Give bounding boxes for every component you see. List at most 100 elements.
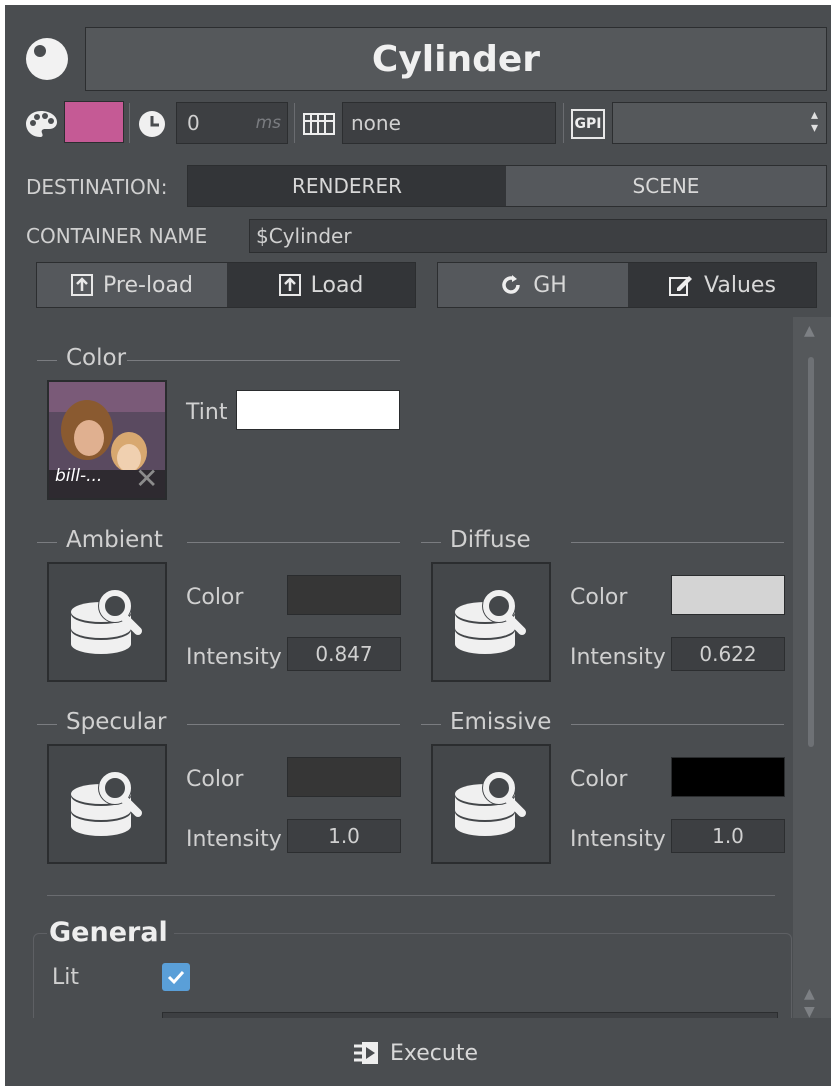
diffuse-color-swatch[interactable] (671, 575, 785, 615)
texture-thumbnail[interactable]: bill-... ✕ (47, 380, 167, 500)
upload-icon (71, 274, 94, 296)
palette-icon (24, 109, 58, 139)
execute-label: Execute (390, 1040, 478, 1066)
specular-color-label: Color (186, 767, 244, 792)
emissive-color-label: Color (570, 767, 628, 792)
remove-texture-icon[interactable]: ✕ (135, 462, 158, 495)
scroll-up-icon[interactable]: ▲ (804, 323, 815, 339)
load-label: Load (310, 272, 364, 298)
values-label: Values (704, 272, 776, 298)
ambient-intensity-input[interactable]: 0.847 (287, 637, 401, 671)
database-search-icon (455, 589, 526, 654)
ambient-color-label: Color (186, 585, 244, 610)
emissive-title: Emissive (450, 709, 552, 735)
gh-label: GH (533, 272, 567, 298)
scene-label: SCENE (632, 174, 700, 198)
database-search-icon (71, 589, 142, 654)
load-group: Pre-load Load (36, 262, 416, 308)
emissive-material-browse[interactable] (431, 744, 551, 864)
section-rule (37, 542, 57, 543)
scrollbar[interactable]: ▲ ▲ ▼ (793, 317, 831, 1027)
tint-color-swatch[interactable] (236, 390, 400, 430)
emissive-intensity-input[interactable]: 1.0 (671, 819, 785, 853)
database-search-icon (71, 771, 142, 836)
ambient-title: Ambient (66, 527, 163, 553)
refresh-icon (502, 275, 520, 294)
section-rule (421, 724, 441, 725)
renderer-label: RENDERER (292, 174, 402, 198)
diffuse-intensity-input[interactable]: 0.622 (671, 637, 785, 671)
scrollbar-thumb[interactable] (808, 357, 814, 747)
ambient-color-swatch[interactable] (287, 575, 401, 615)
preload-button[interactable]: Pre-load (37, 263, 227, 307)
check-icon (167, 970, 185, 985)
database-search-icon (455, 771, 526, 836)
section-rule (127, 360, 400, 361)
color-section-title: Color (66, 345, 127, 371)
general-title: General (47, 917, 174, 948)
specular-intensity-input[interactable]: 1.0 (287, 819, 401, 853)
container-name-input[interactable]: $Cylinder (249, 219, 827, 253)
upload-icon (278, 274, 301, 296)
divider (129, 103, 130, 143)
specular-intensity-label: Intensity (186, 827, 282, 852)
divider (294, 103, 295, 143)
section-rule (187, 724, 400, 725)
ambient-material-browse[interactable] (47, 562, 167, 682)
container-name-label: CONTAINER NAME (26, 224, 208, 248)
ambient-intensity-label: Intensity (186, 645, 282, 670)
gpi-label: GPI (574, 116, 602, 132)
scroll-down-icon[interactable]: ▲ ▼ (804, 985, 815, 1021)
destination-toggle: RENDERER SCENE (187, 165, 827, 207)
section-rule (37, 360, 57, 361)
divider (563, 103, 564, 143)
gpi-icon: GPI (571, 109, 605, 139)
destination-scene-button[interactable]: SCENE (506, 166, 826, 206)
diffuse-material-browse[interactable] (431, 562, 551, 682)
lit-label: Lit (52, 965, 79, 990)
specular-material-browse[interactable] (47, 744, 167, 864)
delay-unit: ms (255, 113, 281, 133)
view-group: GH Values (437, 262, 817, 308)
gh-button[interactable]: GH (438, 263, 628, 307)
emissive-color-swatch[interactable] (671, 757, 785, 797)
updown-icon: ▴ ▾ (810, 107, 818, 136)
diffuse-intensity-value: 0.622 (699, 642, 757, 666)
section-rule (37, 724, 57, 725)
delay-value: 0 (187, 111, 200, 135)
color-swatch-fill (65, 102, 123, 142)
texture-caption: bill-... (55, 466, 103, 486)
emissive-intensity-label: Intensity (570, 827, 666, 852)
edit-icon (669, 276, 693, 296)
tint-label: Tint (186, 400, 228, 425)
gpi-select[interactable]: ▴ ▾ (612, 102, 827, 144)
keyframe-icon (303, 113, 335, 135)
title-bar: Cylinder (85, 27, 827, 91)
specular-intensity-value: 1.0 (328, 824, 360, 848)
ambient-intensity-value: 0.847 (315, 642, 373, 666)
lit-checkbox[interactable] (162, 963, 190, 991)
container-name-value: $Cylinder (256, 224, 352, 248)
keyframe-value: none (351, 111, 401, 135)
section-rule (187, 542, 400, 543)
specular-color-swatch[interactable] (287, 757, 401, 797)
delay-input[interactable]: 0 ms (176, 102, 288, 144)
preload-label: Pre-load (103, 272, 193, 298)
specular-title: Specular (66, 709, 167, 735)
clock-icon (137, 109, 167, 139)
emissive-intensity-value: 1.0 (712, 824, 744, 848)
page-title: Cylinder (371, 38, 541, 80)
load-button[interactable]: Load (227, 263, 415, 307)
section-rule (571, 724, 784, 725)
execute-button[interactable]: Execute (335, 1033, 495, 1073)
control-panel: Cylinder 0 ms none GPI ▴ ▾ DESTINATION: R… (5, 5, 831, 1086)
destination-label: DESTINATION: (26, 175, 168, 199)
diffuse-color-label: Color (570, 585, 628, 610)
destination-renderer-button[interactable]: RENDERER (188, 166, 506, 206)
keyframe-input[interactable]: none (342, 102, 556, 144)
color-swatch[interactable] (64, 101, 124, 143)
values-button[interactable]: Values (628, 263, 816, 307)
section-rule (421, 542, 441, 543)
section-separator (47, 895, 775, 896)
object-type-icon (24, 36, 70, 82)
